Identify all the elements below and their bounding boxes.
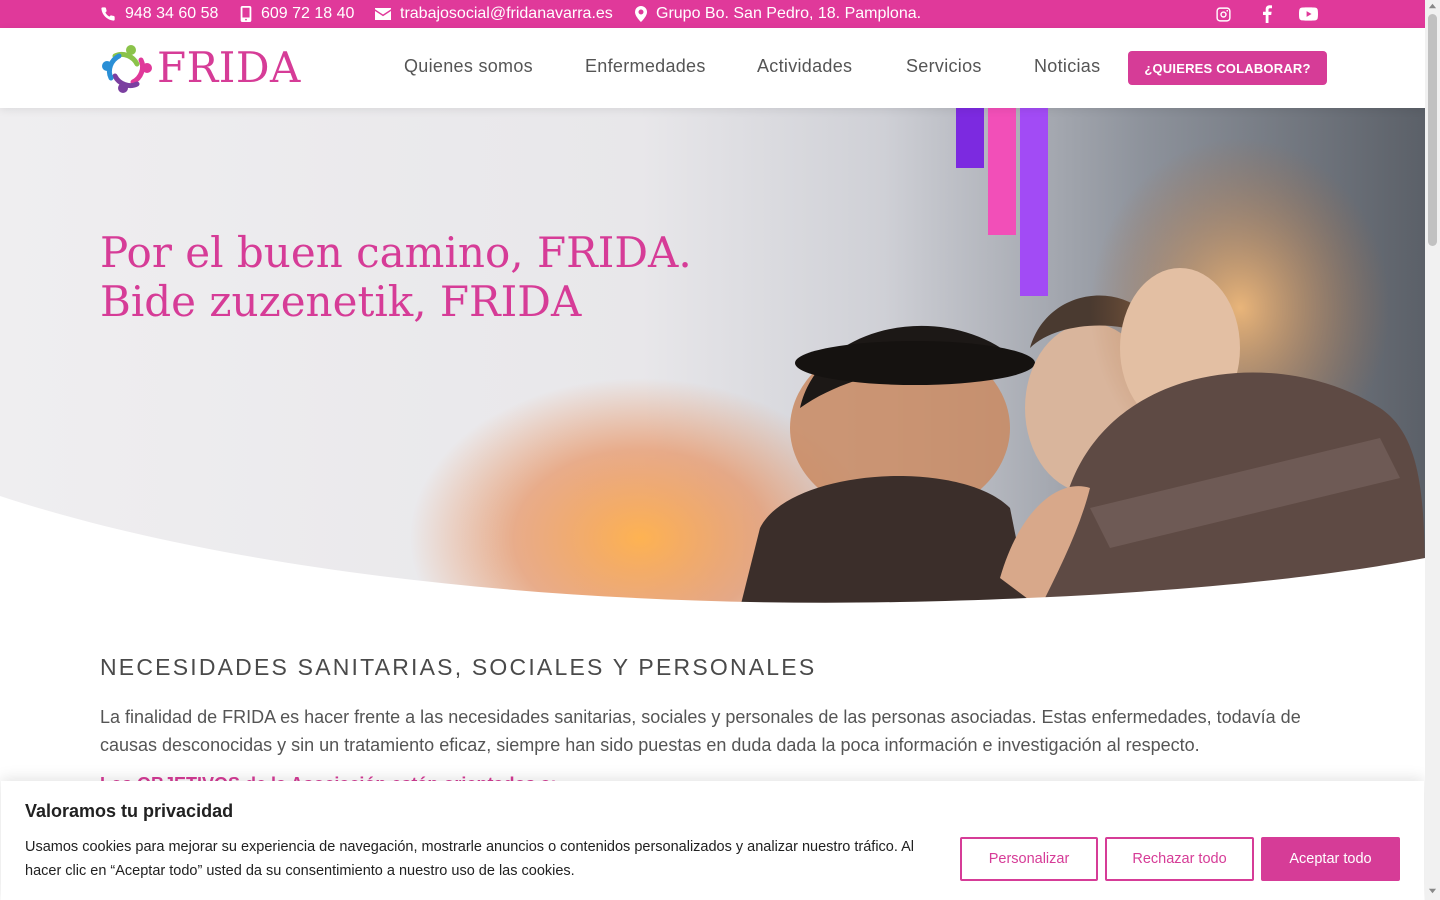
reject-all-button[interactable]: Rechazar todo (1105, 837, 1254, 881)
accent-bar-violet (1020, 108, 1048, 296)
facebook-link[interactable] (1262, 0, 1272, 28)
nav-actividades[interactable]: Actividades (757, 56, 852, 77)
phone-icon (101, 7, 115, 21)
section-heading: NECESIDADES SANITARIAS, SOCIALES Y PERSO… (100, 654, 817, 680)
instagram-link[interactable] (1215, 0, 1232, 28)
accept-all-button[interactable]: Aceptar todo (1261, 837, 1400, 881)
hero-title-line-1: Por el buen camino, FRIDA. (100, 228, 692, 277)
cookie-banner: Valoramos tu privacidad Usamos cookies p… (1, 781, 1424, 900)
email-address: trabajosocial@fridanavarra.es (400, 5, 613, 22)
phone-contact[interactable]: 948 34 60 58 (100, 0, 218, 28)
scroll-down-arrow-icon[interactable] (1428, 886, 1437, 895)
scroll-up-arrow-icon[interactable] (1428, 2, 1437, 11)
cookie-title: Valoramos tu privacidad (25, 801, 234, 821)
instagram-icon (1216, 6, 1231, 22)
logo-text: FRIDA (157, 43, 301, 92)
hero-section: Por el buen camino, FRIDA. Bide zuzeneti… (0, 108, 1425, 608)
facebook-icon (1263, 5, 1272, 23)
map-pin-icon (635, 6, 647, 22)
customize-cookies-button[interactable]: Personalizar (960, 837, 1098, 881)
hero-title: Por el buen camino, FRIDA. Bide zuzeneti… (100, 228, 692, 326)
youtube-link[interactable] (1299, 0, 1318, 28)
scrollbar-thumb[interactable] (1428, 14, 1437, 246)
mobile-number: 609 72 18 40 (261, 5, 355, 22)
hero-title-line-2: Bide zuzenetik, FRIDA (100, 277, 582, 326)
section-paragraph: La finalidad de FRIDA es hacer frente a … (100, 707, 1301, 755)
page-scrollbar[interactable] (1425, 0, 1440, 900)
email-contact[interactable]: trabajosocial@fridanavarra.es (375, 0, 613, 28)
logo-mark-icon (102, 45, 152, 93)
site-header: FRIDA Quienes somos Enfermedades Activid… (0, 28, 1425, 108)
hero-photo (0, 108, 1425, 608)
collaborate-button[interactable]: ¿QUIERES COLABORAR? (1128, 51, 1327, 85)
address-text: Grupo Bo. San Pedro, 18. Pamplona. (656, 5, 922, 22)
mobile-contact[interactable]: 609 72 18 40 (240, 0, 354, 28)
nav-enfermedades[interactable]: Enfermedades (585, 56, 706, 77)
nav-noticias[interactable]: Noticias (1034, 56, 1100, 77)
accent-bar-magenta (988, 108, 1016, 235)
nav-servicios[interactable]: Servicios (906, 56, 982, 77)
youtube-icon (1299, 7, 1318, 21)
cookie-text: Usamos cookies para mejorar su experienc… (25, 839, 915, 879)
phone-number: 948 34 60 58 (125, 5, 219, 22)
accent-bar-purple (956, 108, 984, 168)
envelope-icon (375, 8, 391, 20)
address-contact[interactable]: Grupo Bo. San Pedro, 18. Pamplona. (635, 0, 921, 28)
nav-quienes-somos[interactable]: Quienes somos (404, 56, 533, 77)
site-logo[interactable]: FRIDA (101, 42, 301, 94)
top-contact-bar: 948 34 60 58 609 72 18 40 trabajosocial@… (0, 0, 1425, 28)
mobile-icon (240, 6, 252, 22)
